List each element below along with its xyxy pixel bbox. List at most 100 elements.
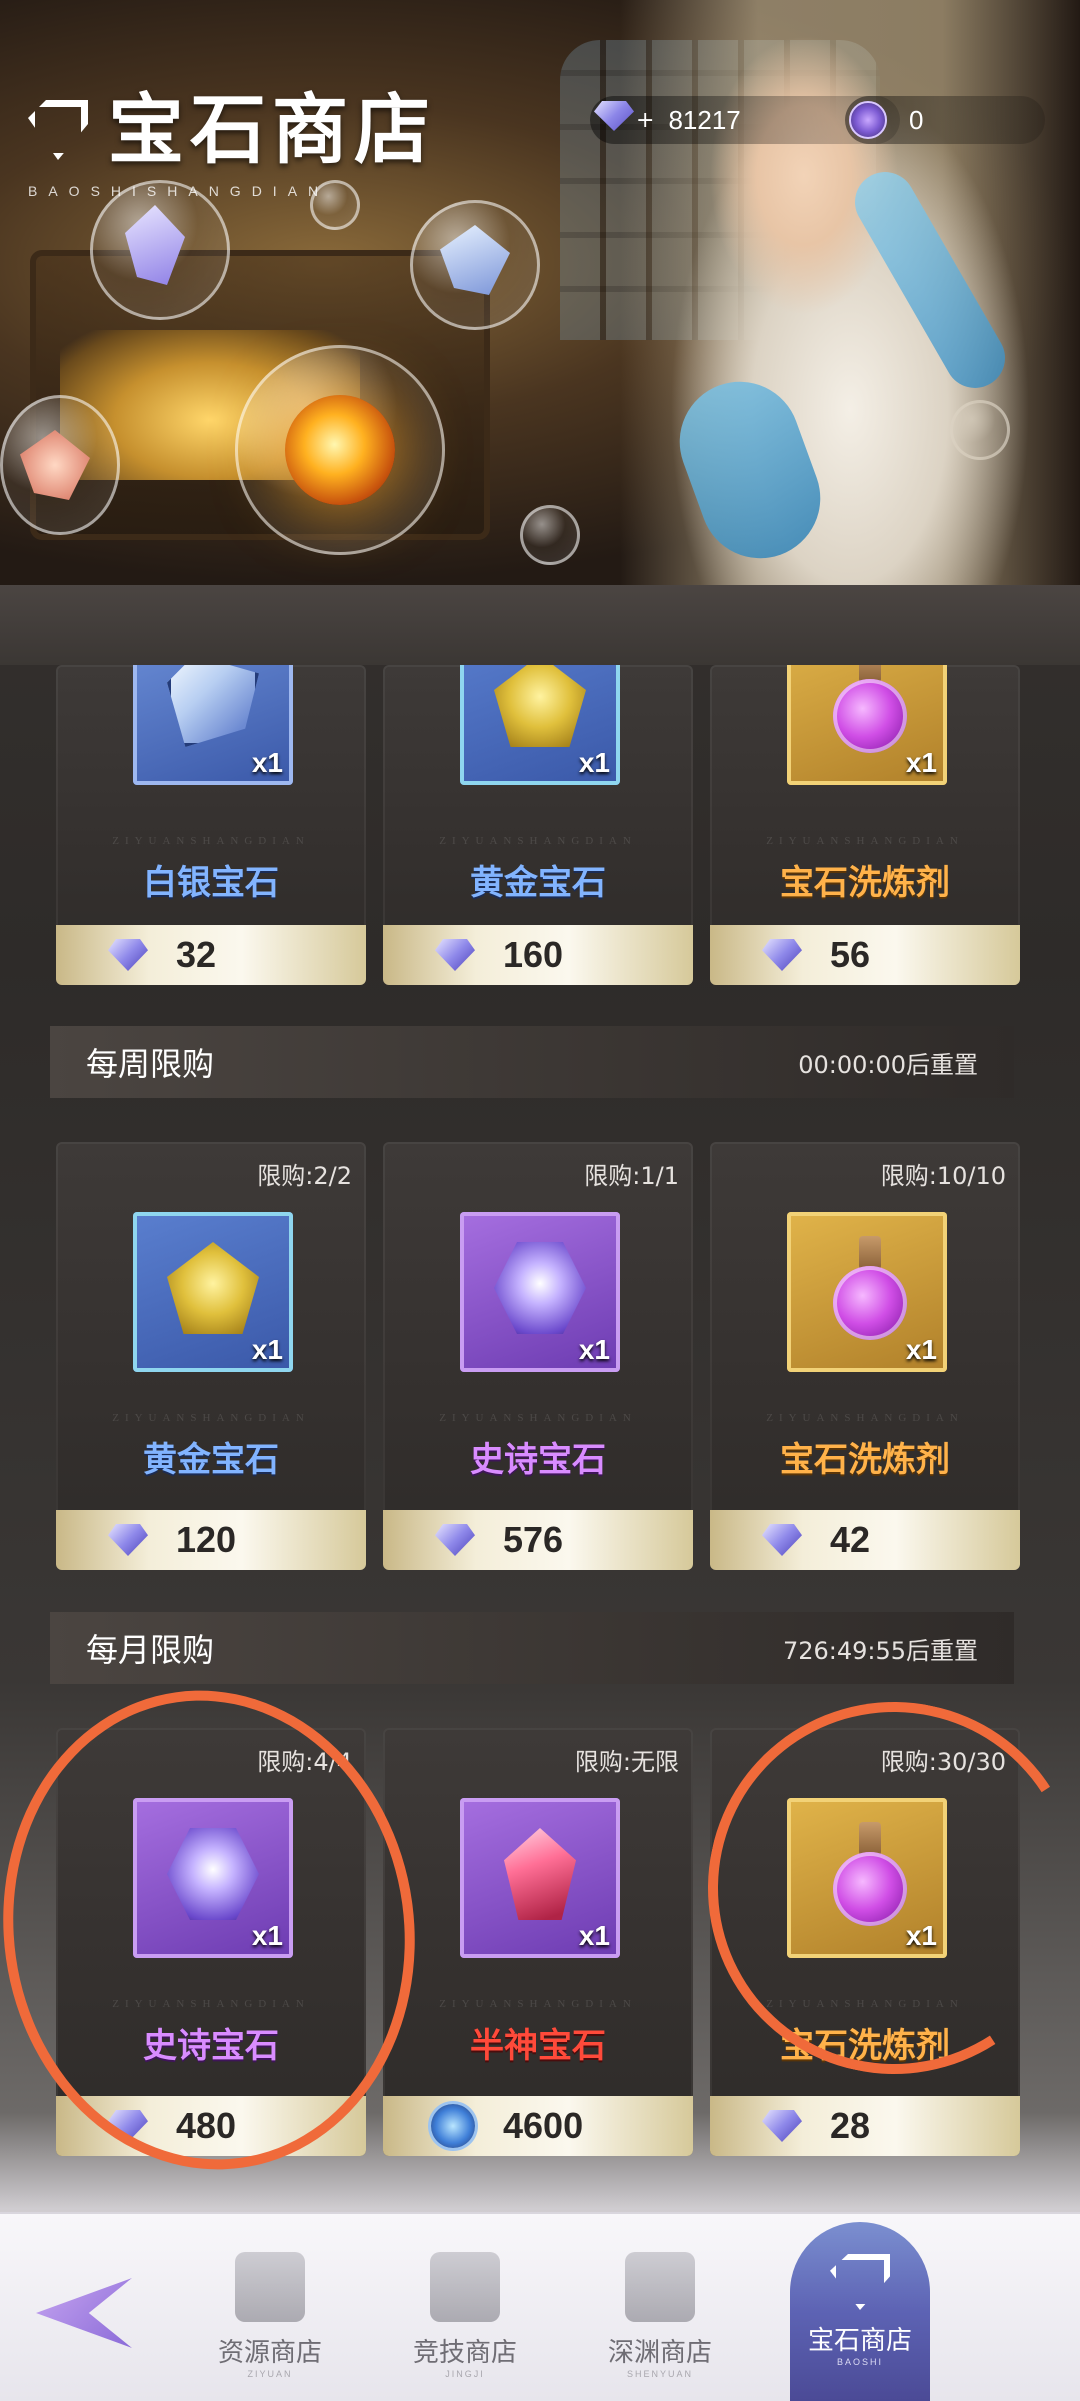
price-button[interactable]: 576 — [383, 1510, 693, 1570]
shop-item-card[interactable]: 限购:10/10 x1 ZIYUANSHANGDIAN 宝石洗炼剂 42 — [710, 1142, 1020, 1570]
price-button[interactable]: 4600 — [383, 2096, 693, 2156]
token-currency-icon — [849, 101, 895, 139]
item-name: 史诗宝石 — [470, 1440, 606, 1480]
card-watermark: ZIYUANSHANGDIAN — [766, 835, 964, 847]
gem-logo-icon — [12, 90, 108, 170]
nav-tab-abyss-shop[interactable]: 深渊商店 SHENYUAN — [560, 2252, 760, 2382]
diamond-currency-icon — [108, 2110, 148, 2142]
card-watermark: ZIYUANSHANGDIAN — [439, 1412, 637, 1424]
token-balance-value: 0 — [909, 104, 924, 135]
diamond-currency-icon — [762, 2110, 802, 2142]
reset-timer: 726:49:55后重置 — [782, 1636, 978, 1665]
item-name: 史诗宝石 — [143, 2026, 279, 2066]
card-watermark: ZIYUANSHANGDIAN — [112, 1412, 310, 1424]
price-button[interactable]: 28 — [710, 2096, 1020, 2156]
shop-item-card[interactable]: x1 ZIYUANSHANGDIAN 白银宝石 32 — [56, 665, 366, 985]
monthly-section-header: 每月限购 726:49:55后重置 — [50, 1612, 1014, 1684]
diamond-currency-icon — [762, 1524, 802, 1556]
gem-shop-screen: { "header": { "title": "宝石商店", "subtitle… — [0, 0, 1080, 2401]
reset-timer: 00:00:00后重置 — [798, 1050, 978, 1079]
item-name: 半神宝石 — [470, 2026, 606, 2066]
item-quantity: x1 — [578, 1920, 610, 1951]
crossed-swords-icon — [430, 2252, 500, 2322]
back-button[interactable] — [28, 2264, 138, 2364]
purchase-limit: 限购:1/1 — [584, 1162, 679, 1190]
item-icon-frame: x1 — [460, 665, 620, 785]
orb-currency-icon — [431, 2104, 475, 2148]
item-quantity: x1 — [578, 747, 610, 778]
coin-stack-icon — [235, 2252, 305, 2322]
token-balance[interactable]: 0 — [845, 96, 1045, 144]
bubble-icon — [520, 505, 580, 565]
item-icon-frame: x1 — [460, 1798, 620, 1958]
nav-tab-resource-shop[interactable]: 资源商店 ZIYUAN — [170, 2252, 370, 2382]
add-gems-icon[interactable]: + — [636, 108, 654, 133]
price-button[interactable]: 42 — [710, 1510, 1020, 1570]
section-title: 每月限购 — [86, 1631, 215, 1669]
item-icon-frame: x1 — [133, 1212, 293, 1372]
shop-item-card[interactable]: x1 ZIYUANSHANGDIAN 黄金宝石 160 — [383, 665, 693, 985]
nav-tab-sublabel: BAOSHI — [836, 2357, 883, 2367]
item-quantity: x1 — [905, 747, 937, 778]
trident-icon — [625, 2252, 695, 2322]
price-button[interactable]: 56 — [710, 925, 1020, 985]
card-watermark: ZIYUANSHANGDIAN — [112, 835, 310, 847]
nav-tab-label: 资源商店 — [217, 2338, 322, 2368]
price-button[interactable]: 160 — [383, 925, 693, 985]
shop-item-card[interactable]: 限购:2/2 x1 ZIYUANSHANGDIAN 黄金宝石 120 — [56, 1142, 366, 1570]
item-quantity: x1 — [251, 1334, 283, 1365]
diamond-currency-icon — [435, 1524, 475, 1556]
item-name: 宝石洗炼剂 — [780, 2026, 950, 2066]
card-watermark: ZIYUANSHANGDIAN — [439, 835, 637, 847]
item-price: 120 — [176, 1519, 237, 1560]
item-quantity: x1 — [905, 1920, 937, 1951]
item-quantity: x1 — [251, 747, 283, 778]
card-watermark: ZIYUANSHANGDIAN — [766, 1412, 964, 1424]
item-name: 黄金宝石 — [470, 863, 606, 903]
gold-gem-icon — [167, 1242, 259, 1334]
nav-tab-gem-shop[interactable]: 宝石商店 BAOSHI — [790, 2222, 930, 2401]
card-watermark: ZIYUANSHANGDIAN — [439, 1998, 637, 2010]
gem-balance-value: 81217 — [668, 104, 741, 135]
item-name: 黄金宝石 — [143, 1440, 279, 1480]
shop-item-card[interactable]: 限购:30/30 x1 ZIYUANSHANGDIAN 宝石洗炼剂 28 — [710, 1728, 1020, 2156]
section-title: 每周限购 — [86, 1045, 215, 1083]
diamond-currency-icon — [108, 1524, 148, 1556]
shop-item-card[interactable]: 限购:无限 x1 ZIYUANSHANGDIAN 半神宝石 4600 — [383, 1728, 693, 2156]
item-price: 480 — [176, 2105, 237, 2146]
shop-item-card[interactable]: x1 ZIYUANSHANGDIAN 宝石洗炼剂 56 — [710, 665, 1020, 985]
purchase-limit: 限购:30/30 — [880, 1748, 1006, 1776]
price-button[interactable]: 32 — [56, 925, 366, 985]
card-watermark: ZIYUANSHANGDIAN — [766, 1998, 964, 2010]
item-icon-frame: x1 — [460, 1212, 620, 1372]
purchase-limit: 限购:无限 — [574, 1748, 679, 1776]
item-price: 576 — [503, 1519, 564, 1560]
price-button[interactable]: 120 — [56, 1510, 366, 1570]
gem-logo-icon — [830, 2254, 890, 2310]
shop-item-card[interactable]: 限购:1/1 x1 ZIYUANSHANGDIAN 史诗宝石 576 — [383, 1142, 693, 1570]
item-price: 32 — [176, 934, 217, 975]
diamond-currency-icon — [108, 939, 148, 971]
banner-divider — [0, 585, 1080, 665]
weekly-section-header: 每周限购 00:00:00后重置 — [50, 1026, 1014, 1098]
item-price: 28 — [830, 2105, 871, 2146]
item-icon-frame: x1 — [787, 1212, 947, 1372]
item-price: 4600 — [503, 2105, 584, 2146]
potion-icon — [827, 1236, 913, 1346]
nav-tab-sublabel: JINGJI — [445, 2369, 485, 2379]
purchase-limit: 限购:2/2 — [257, 1162, 352, 1190]
price-button[interactable]: 480 — [56, 2096, 366, 2156]
item-icon-frame: x1 — [133, 1798, 293, 1958]
purchase-limit: 限购:10/10 — [880, 1162, 1006, 1190]
diamond-currency-icon — [594, 101, 640, 139]
shop-item-card[interactable]: 限购:4/4 x1 ZIYUANSHANGDIAN 史诗宝石 480 — [56, 1728, 366, 2156]
item-quantity: x1 — [905, 1334, 937, 1365]
page-subtitle: BAOSHISHANGDIAN — [28, 183, 330, 199]
shop-banner: 宝石商店 BAOSHISHANGDIAN + 81217 0 — [0, 0, 1080, 585]
nav-tab-sublabel: ZIYUAN — [247, 2369, 293, 2379]
nav-tab-arena-shop[interactable]: 竞技商店 JINGJI — [365, 2252, 565, 2382]
gold-gem-icon — [494, 665, 586, 747]
diamond-currency-icon — [762, 939, 802, 971]
item-name: 白银宝石 — [143, 863, 279, 903]
nav-tab-sublabel: SHENYUAN — [626, 2369, 693, 2379]
